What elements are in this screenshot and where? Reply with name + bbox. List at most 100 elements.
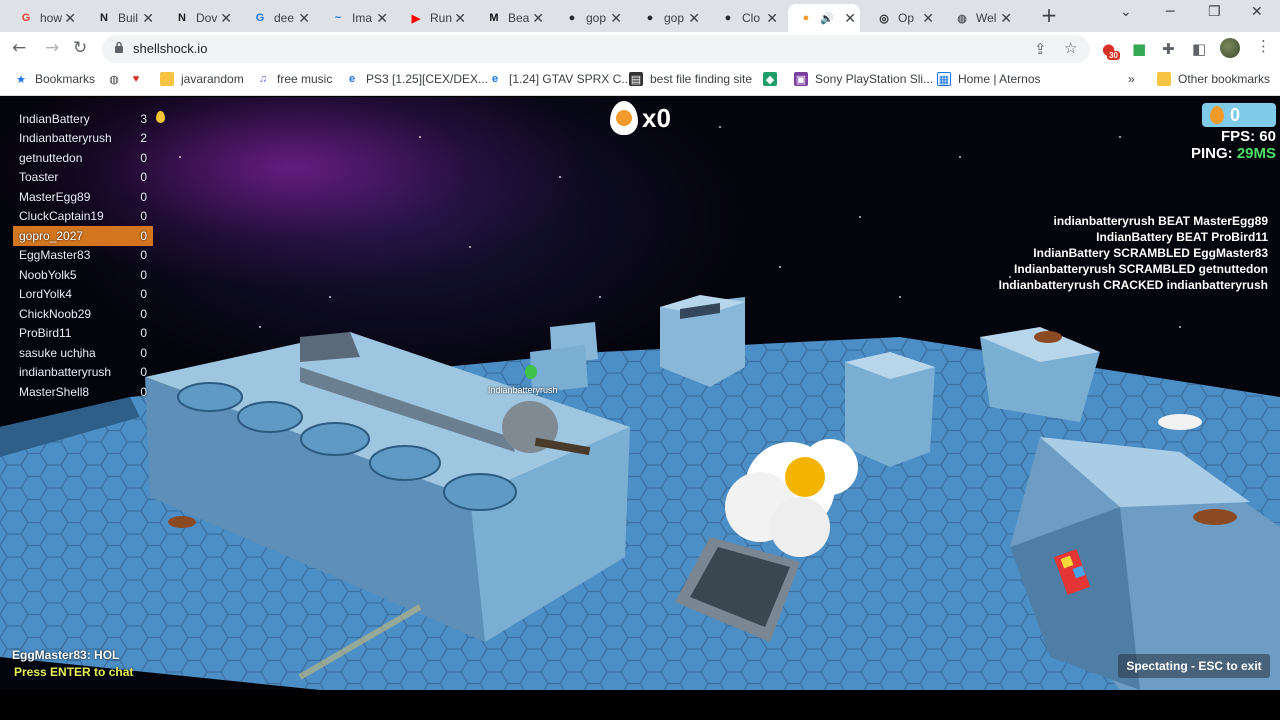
browser-tab[interactable]: N Buil ✕ bbox=[86, 4, 158, 32]
e-icon: e bbox=[491, 73, 499, 85]
game-scene bbox=[0, 126, 1280, 690]
leaderboard-row: CluckCaptain19 0 bbox=[13, 207, 153, 227]
address-bar[interactable]: shellshock.io ⇪ ☆ bbox=[102, 35, 1090, 63]
close-tab-icon[interactable]: ✕ bbox=[142, 10, 154, 27]
kill-count: x0 bbox=[642, 102, 671, 133]
close-tab-icon[interactable]: ✕ bbox=[922, 10, 934, 27]
feed-line: IndianBattery SCRAMBLED EggMaster83 bbox=[1033, 246, 1268, 260]
browser-tab[interactable]: N Dov ✕ bbox=[164, 4, 236, 32]
close-tab-icon[interactable]: ✕ bbox=[532, 10, 544, 27]
browser-tab[interactable]: ◎ Op ✕ bbox=[866, 4, 938, 32]
side-panel-icon[interactable]: ◧ bbox=[1192, 40, 1206, 58]
player-score: 0 bbox=[140, 150, 147, 165]
leaderboard: IndianBattery 3 Indianbatteryrush 2 getnutte… bbox=[13, 109, 153, 402]
back-arrow-icon[interactable]: ← bbox=[12, 38, 26, 58]
avatar[interactable] bbox=[1220, 38, 1240, 58]
tab-label: Op bbox=[898, 11, 915, 25]
github-icon: ● bbox=[646, 12, 654, 24]
bookmark-item[interactable]: ♥ bbox=[129, 72, 150, 86]
minimize-icon[interactable]: ─ bbox=[1166, 4, 1174, 20]
bookmarks-overflow-chevron-icon[interactable]: » bbox=[1128, 72, 1135, 86]
close-window-icon[interactable]: ✕ bbox=[1251, 4, 1263, 20]
tab-label: gop bbox=[586, 11, 607, 25]
leaderboard-row: getnuttedon 0 bbox=[13, 148, 153, 168]
heart-icon: ♥ bbox=[132, 73, 140, 85]
close-tab-icon[interactable]: ✕ bbox=[688, 10, 700, 27]
forward-arrow-icon[interactable]: → bbox=[45, 38, 59, 58]
tab-label: Bea bbox=[508, 11, 530, 25]
feed-line: indianbatteryrush BEAT MasterEgg89 bbox=[1053, 214, 1269, 228]
nvidia-icon: N bbox=[100, 12, 108, 24]
close-tab-icon[interactable]: ✕ bbox=[220, 10, 232, 27]
bookmark-free-music[interactable]: ♫ free music bbox=[256, 72, 332, 86]
close-tab-icon[interactable]: ✕ bbox=[376, 10, 388, 27]
reload-icon[interactable]: ↻ bbox=[73, 38, 87, 58]
bookmark-playstation[interactable]: ▣ Sony PlayStation Sli... bbox=[794, 72, 933, 86]
player-name: getnuttedon bbox=[19, 150, 83, 165]
bookmark-label: [1.24] GTAV SPRX C... bbox=[509, 72, 632, 86]
github-icon: ● bbox=[724, 12, 732, 24]
player-name: CluckCaptain19 bbox=[19, 209, 104, 224]
share-icon[interactable]: ⇪ bbox=[1034, 40, 1047, 58]
browser-tab[interactable]: ● 🔊 ✕ bbox=[788, 4, 860, 32]
tab-label: Clo bbox=[742, 11, 761, 25]
browser-tab[interactable]: Ghow ✕ bbox=[8, 4, 80, 32]
game-viewport[interactable]: IndianBattery 3 Indianbatteryrush 2 getnutte… bbox=[0, 97, 1280, 690]
bookmark-item[interactable]: ◍ bbox=[107, 72, 128, 86]
player-score: 2 bbox=[140, 131, 147, 146]
speaker-icon[interactable]: 🔊 bbox=[820, 12, 834, 25]
bookmark-file-site[interactable]: ▤ best file finding site bbox=[629, 72, 752, 86]
bookmark-star-icon[interactable]: ☆ bbox=[1064, 39, 1077, 57]
player-score: 0 bbox=[140, 345, 147, 360]
lock-icon[interactable] bbox=[114, 41, 124, 54]
player-nametag: Indianbatteryrush bbox=[488, 385, 558, 395]
tab-label: dee bbox=[274, 11, 295, 25]
leaderboard-row: MasterShell8 0 bbox=[13, 382, 153, 402]
extensions-puzzle-icon[interactable]: ✚ bbox=[1162, 40, 1175, 58]
spectate-banner[interactable]: Spectating - ESC to exit bbox=[1118, 654, 1270, 678]
leaderboard-row: Indianbatteryrush 2 bbox=[13, 129, 153, 149]
browser-toolbar: ← → ↻ shellshock.io ⇪ ☆ ● 30 ■ ✚ ◧ ⋮ bbox=[0, 32, 1280, 66]
close-tab-icon[interactable]: ✕ bbox=[844, 10, 856, 27]
feed-line: Indianbatteryrush SCRAMBLED getnuttedon bbox=[1014, 262, 1268, 276]
close-tab-icon[interactable]: ✕ bbox=[610, 10, 622, 27]
browser-tab[interactable]: ● gop ✕ bbox=[632, 4, 704, 32]
other-bookmarks-folder[interactable]: Other bookmarks bbox=[1157, 72, 1270, 86]
close-tab-icon[interactable]: ✕ bbox=[298, 10, 310, 27]
close-tab-icon[interactable]: ✕ bbox=[64, 10, 76, 27]
bookmark-gtav[interactable]: e [1.24] GTAV SPRX C... bbox=[488, 72, 631, 86]
browser-tab[interactable]: ● Clo ✕ bbox=[710, 4, 782, 32]
browser-tab[interactable]: ● gop ✕ bbox=[554, 4, 626, 32]
bookmark-aternos[interactable]: ▦ Home | Aternos bbox=[937, 72, 1041, 86]
extension-icon[interactable]: ■ bbox=[1132, 40, 1146, 58]
egg-icon bbox=[156, 111, 165, 123]
browser-tab[interactable]: ~ Ima ✕ bbox=[320, 4, 392, 32]
browser-tab[interactable]: Gdee ✕ bbox=[242, 4, 314, 32]
bookmark-folder-javarandom[interactable]: javarandom bbox=[160, 72, 244, 86]
leaderboard-row: gopro_2027 0 bbox=[13, 226, 153, 246]
bookmark-label: free music bbox=[277, 72, 333, 86]
close-tab-icon[interactable]: ✕ bbox=[454, 10, 466, 27]
player-score: 0 bbox=[140, 228, 147, 243]
chat-prompt[interactable]: Press ENTER to chat bbox=[14, 665, 133, 679]
github-icon: ● bbox=[568, 12, 576, 24]
player-score: 0 bbox=[140, 326, 147, 341]
url-text[interactable]: shellshock.io bbox=[133, 41, 207, 56]
leaderboard-row: sasuke uchiha 0 bbox=[13, 343, 153, 363]
menu-icon[interactable]: ⋮ bbox=[1256, 37, 1271, 55]
restore-icon[interactable]: ❐ bbox=[1208, 4, 1221, 20]
kill-feed: indianbatteryrush BEAT MasterEgg89 India… bbox=[999, 213, 1268, 293]
browser-tab[interactable]: ◍ Wel ✕ bbox=[944, 4, 1016, 32]
new-tab-button[interactable]: + bbox=[1038, 5, 1060, 27]
tab-strip: Ghow ✕ N Buil ✕ N Dov ✕ Gdee ✕ ~ Ima ✕ ▶ Run ✕ M Bea ✕ ● gop… bbox=[0, 0, 1280, 32]
bookmarks-folder[interactable]: ★ Bookmarks bbox=[14, 72, 95, 86]
close-tab-icon[interactable]: ✕ bbox=[1000, 10, 1012, 27]
extension-badge: 30 bbox=[1107, 51, 1120, 60]
close-tab-icon[interactable]: ✕ bbox=[766, 10, 778, 27]
bookmark-item[interactable]: ◆ bbox=[763, 72, 784, 86]
browser-tab[interactable]: M Bea ✕ bbox=[476, 4, 548, 32]
browser-tab[interactable]: ▶ Run ✕ bbox=[398, 4, 470, 32]
bookmark-ps3[interactable]: e PS3 [1.25][CEX/DEX... bbox=[345, 72, 488, 86]
tab-search-icon[interactable]: ⌄ bbox=[1120, 4, 1132, 20]
leaderboard-row: EggMaster83 0 bbox=[13, 246, 153, 266]
